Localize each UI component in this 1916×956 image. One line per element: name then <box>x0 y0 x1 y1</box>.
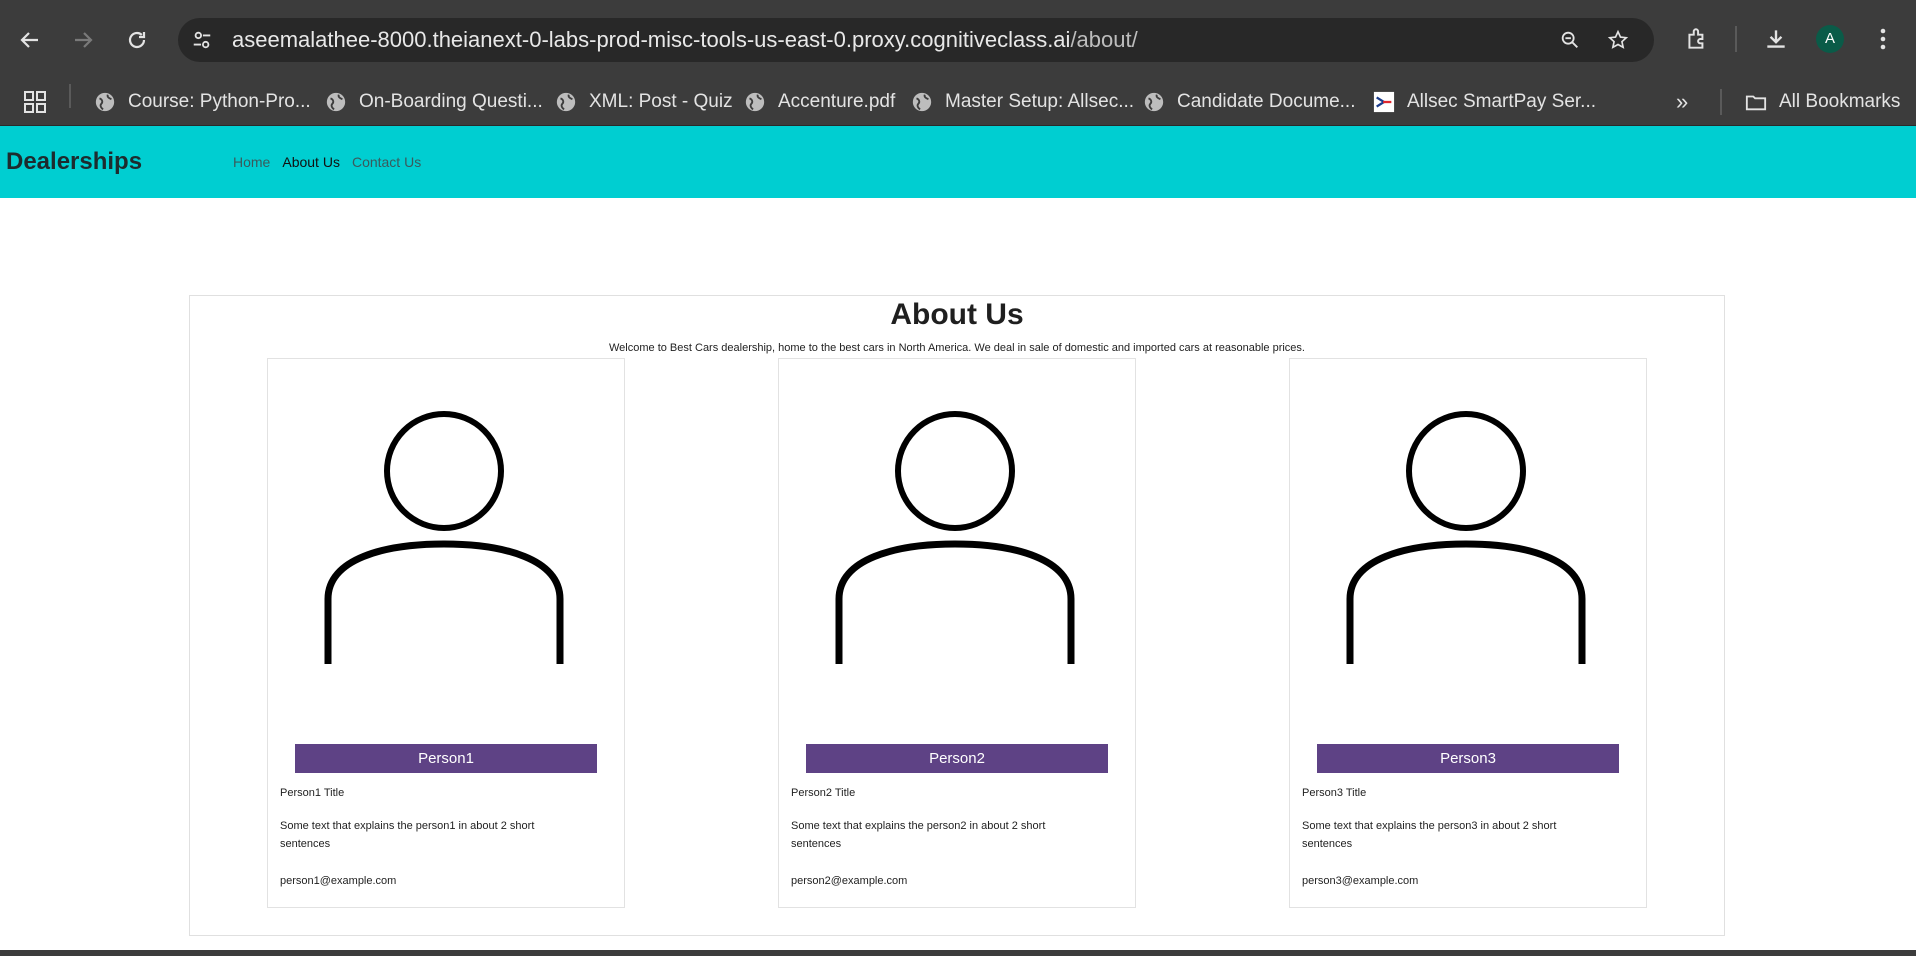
reload-icon <box>128 31 146 49</box>
menu-kebab-icon[interactable] <box>1866 22 1900 56</box>
chevron-double-right-icon: » <box>1676 89 1689 114</box>
globe-icon <box>1144 92 1164 112</box>
globe-icon <box>326 92 346 112</box>
bookmarks-bar: Course: Python-Pro... On-Boarding Questi… <box>0 78 1916 126</box>
page-title: About Us <box>890 298 1024 331</box>
extensions-icon[interactable] <box>1680 22 1714 56</box>
profile-avatar[interactable]: A <box>1816 25 1844 53</box>
globe-icon <box>912 92 932 112</box>
bookmark-label: Course: Python-Pro... <box>128 91 311 112</box>
bookmark-item[interactable]: Master Setup: Allsec... <box>911 78 1134 126</box>
person-card: Person3 Person3 Title Some text that exp… <box>1289 358 1647 908</box>
person-description: Some text that explains the person3 in a… <box>1302 820 1557 850</box>
bookmark-label: Master Setup: Allsec... <box>945 91 1135 112</box>
back-arrow-icon <box>20 32 38 48</box>
bookmark-label: Accenture.pdf <box>778 91 896 112</box>
bookmark-label: On-Boarding Questi... <box>359 91 543 112</box>
folder-icon <box>1745 95 1767 111</box>
url-host: aseemalathee-8000.theianext-0-labs-prod-… <box>232 27 1071 52</box>
bookmark-label: Candidate Docume... <box>1177 91 1356 112</box>
bookmark-item[interactable]: XML: Post - Quiz <box>555 78 733 126</box>
bookmarks-divider <box>1720 89 1722 115</box>
forward-button[interactable] <box>65 22 101 58</box>
bookmark-label: XML: Post - Quiz <box>589 91 733 112</box>
bookmark-item[interactable]: On-Boarding Questi... <box>325 78 543 126</box>
person-avatar-icon <box>835 411 1075 664</box>
download-icon[interactable] <box>1759 22 1793 56</box>
url-path: /about/ <box>1070 27 1138 52</box>
person-card: Person2 Person2 Title Some text that exp… <box>778 358 1136 908</box>
person-avatar-icon <box>1346 411 1586 664</box>
web-page: Dealerships Home About Us Contact Us Abo… <box>0 126 1916 956</box>
page-subtitle: Welcome to Best Cars dealership, home to… <box>609 342 1305 354</box>
about-card: About Us Welcome to Best Cars dealership… <box>189 295 1725 936</box>
person-title: Person3 Title <box>1302 787 1367 799</box>
bookmark-label: Allsec SmartPay Ser... <box>1407 91 1597 112</box>
all-bookmarks-button[interactable]: All Bookmarks <box>1745 78 1900 126</box>
person-name-bar: Person2 <box>806 744 1108 773</box>
all-bookmarks-label: All Bookmarks <box>1779 91 1901 112</box>
globe-icon <box>95 92 115 112</box>
reload-button[interactable] <box>119 22 155 58</box>
site-info-icon[interactable] <box>190 28 214 52</box>
bookmark-item[interactable]: Candidate Docume... <box>1143 78 1356 126</box>
apps-grid-icon[interactable] <box>23 90 47 114</box>
bookmark-star-icon[interactable] <box>1606 28 1630 52</box>
brand-logo[interactable]: Dealerships <box>6 126 142 198</box>
person-card: Person1 Person1 Title Some text that exp… <box>267 358 625 908</box>
back-button[interactable] <box>12 22 48 58</box>
forward-arrow-icon <box>75 32 93 48</box>
person-name-bar: Person3 <box>1317 744 1619 773</box>
nav-contact-link[interactable]: Contact Us <box>352 154 421 170</box>
bookmark-item[interactable]: Accenture.pdf <box>744 78 895 126</box>
nav-about-link[interactable]: About Us <box>282 154 340 170</box>
address-bar[interactable]: aseemalathee-8000.theianext-0-labs-prod-… <box>178 18 1654 62</box>
person-title: Person1 Title <box>280 787 345 799</box>
person-title: Person2 Title <box>791 787 856 799</box>
person-name-bar: Person1 <box>295 744 597 773</box>
globe-icon <box>556 92 576 112</box>
bookmark-item[interactable]: Allsec SmartPay Ser... <box>1373 78 1596 126</box>
globe-icon <box>745 92 765 112</box>
url-text: aseemalathee-8000.theianext-0-labs-prod-… <box>232 18 1138 62</box>
taskbar-edge <box>0 950 1916 956</box>
nav-home-link[interactable]: Home <box>233 154 270 170</box>
bookmarks-apps-divider <box>69 84 71 108</box>
smartpay-logo-icon <box>1373 91 1395 113</box>
person-avatar-icon <box>324 411 564 664</box>
bookmark-item[interactable]: Course: Python-Pro... <box>94 78 311 126</box>
person-description: Some text that explains the person2 in a… <box>791 820 1046 850</box>
site-navbar: Dealerships Home About Us Contact Us <box>0 126 1916 198</box>
person-description: Some text that explains the person1 in a… <box>280 820 535 850</box>
nav-links: Home About Us Contact Us <box>233 126 421 198</box>
browser-toolbar: aseemalathee-8000.theianext-0-labs-prod-… <box>0 0 1916 78</box>
person-email: person3@example.com <box>1302 875 1419 887</box>
toolbar-divider <box>1735 26 1737 52</box>
person-email: person1@example.com <box>280 875 397 887</box>
person-email: person2@example.com <box>791 875 908 887</box>
bookmarks-overflow-button[interactable]: » <box>1676 78 1688 126</box>
zoom-icon[interactable] <box>1558 28 1582 52</box>
